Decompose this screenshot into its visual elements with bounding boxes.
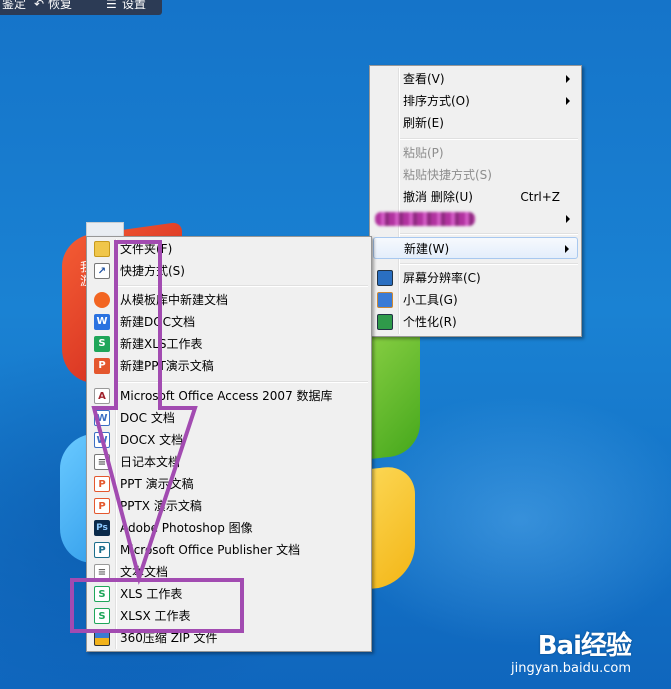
- baidu-jingyan-logo: Bai经验: [537, 631, 632, 661]
- annotation-overlay: [70, 240, 244, 633]
- annotation-arrow: [91, 240, 198, 586]
- watermark: Bai经验 jingyan.baidu.com: [511, 631, 632, 677]
- watermark-url: jingyan.baidu.com: [511, 661, 631, 676]
- annotation-highlight-box: [70, 578, 244, 633]
